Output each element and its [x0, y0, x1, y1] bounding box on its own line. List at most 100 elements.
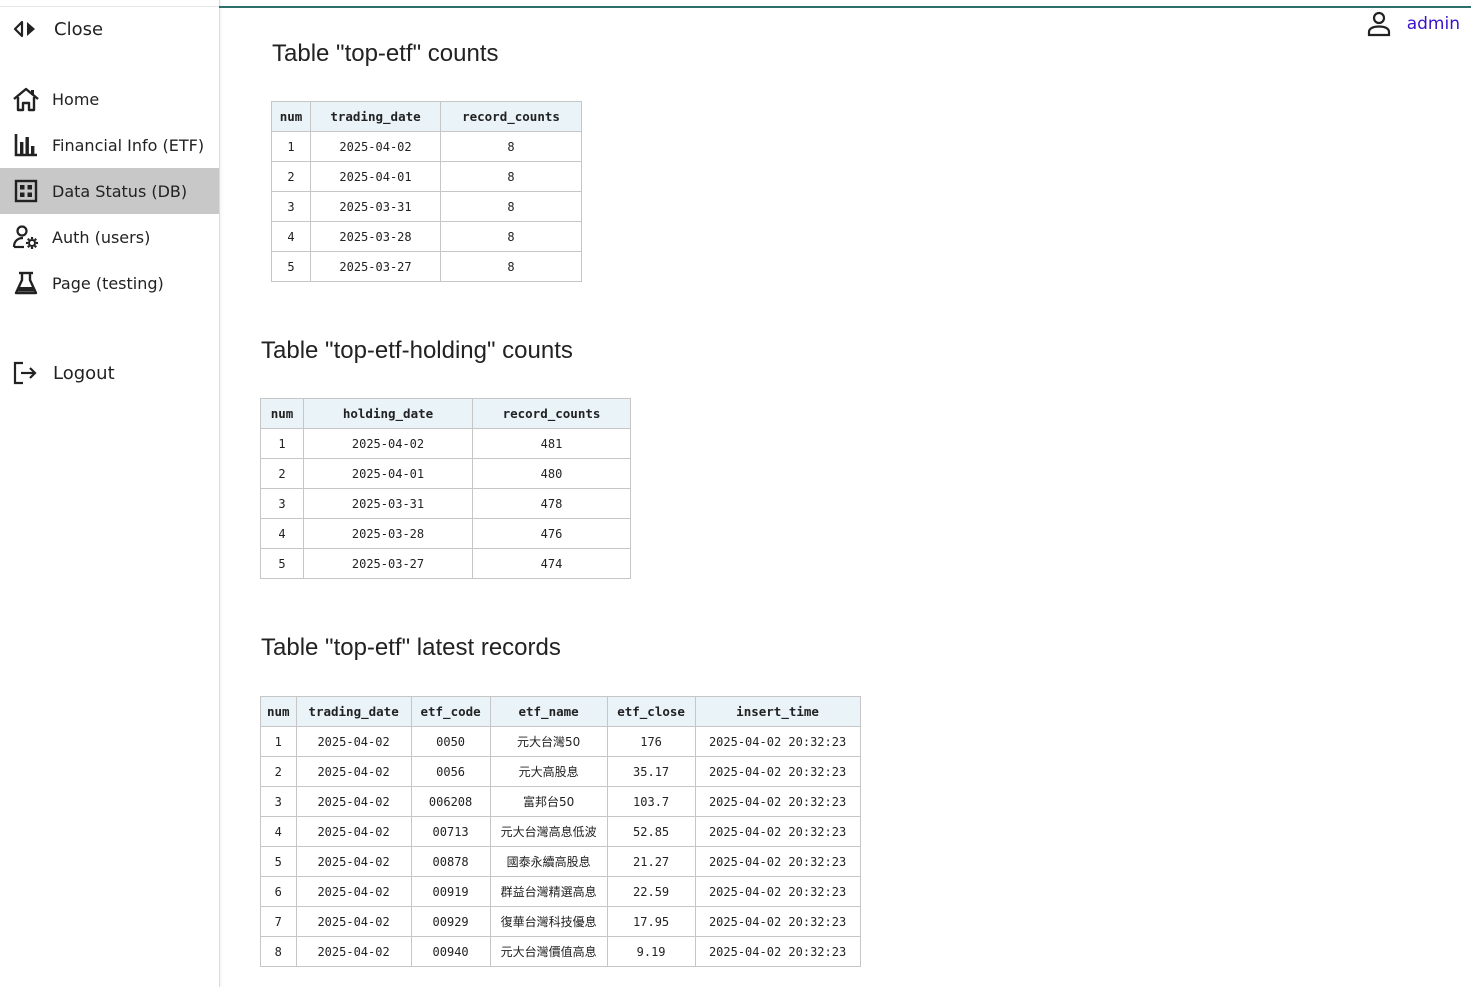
table-header-row: num trading_date etf_code etf_name etf_c…: [260, 696, 861, 727]
table-cell-trading-date: 2025-04-02: [295, 726, 412, 757]
user-name-link[interactable]: admin: [1407, 14, 1460, 34]
table-cell-insert-time: 2025-04-02 20:32:23: [694, 726, 861, 757]
logout-button[interactable]: Logout: [12, 359, 115, 387]
sidebar-item-label: Home: [52, 89, 100, 109]
section-title-top-etf-counts: Table "top-etf" counts: [272, 40, 499, 67]
table-cell-num: 1: [260, 428, 304, 459]
table-cell-trading-date: 2025-04-01: [310, 161, 441, 192]
collapse-arrows-icon: [12, 16, 40, 42]
table-cell-trading-date: 2025-03-28: [310, 221, 441, 252]
table-row: 7 2025-04-02 00929 復華台灣科技優息 17.95 2025-04-02 …: [260, 906, 861, 937]
table-cell-etf-name: 富邦台50: [489, 786, 608, 817]
table-cell-num: 4: [271, 221, 311, 252]
table-cell-etf-name: 元大台灣價值高息: [489, 936, 608, 967]
table-cell-record-counts: 8: [440, 131, 582, 162]
table-cell-insert-time: 2025-04-02 20:32:23: [694, 786, 861, 817]
table-header-row: num trading_date record_counts: [271, 101, 582, 132]
table-cell-record-counts: 8: [440, 191, 582, 222]
sidebar-item-label: Auth (users): [52, 227, 151, 247]
table-cell-etf-name: 元大台灣50: [489, 726, 608, 757]
table-top-etf-counts: num trading_date record_counts 1 2025-04-…: [271, 101, 582, 282]
sidebar-item-auth[interactable]: Auth (users): [0, 214, 219, 260]
table-cell-num: 5: [260, 846, 297, 877]
table-cell-etf-close: 176: [606, 726, 696, 757]
user-menu[interactable]: admin: [1367, 10, 1460, 38]
sidebar-item-page-testing[interactable]: Page (testing): [0, 260, 219, 306]
column-header: holding_date: [303, 398, 473, 429]
table-cell-holding-date: 2025-03-27: [303, 548, 473, 579]
column-header: record_counts: [472, 398, 631, 429]
table-cell-insert-time: 2025-04-02 20:32:23: [694, 876, 861, 907]
table-cell-num: 3: [271, 191, 311, 222]
table-cell-num: 7: [260, 906, 297, 937]
table-row: 2 2025-04-01 8: [271, 161, 582, 192]
table-cell-record-counts: 8: [440, 221, 582, 252]
table-row: 5 2025-03-27 8: [271, 251, 582, 282]
table-top-etf-latest: num trading_date etf_code etf_name etf_c…: [260, 696, 861, 967]
table-cell-etf-close: 52.85: [606, 816, 696, 847]
table-row: 4 2025-03-28 8: [271, 221, 582, 252]
sidebar-item-home[interactable]: Home: [0, 76, 219, 122]
table-cell-record-counts: 481: [472, 428, 631, 459]
table-row: 4 2025-03-28 476: [260, 518, 631, 549]
table-cell-etf-close: 9.19: [606, 936, 696, 967]
table-row: 1 2025-04-02 8: [271, 131, 582, 162]
table-cell-etf-close: 17.95: [606, 906, 696, 937]
table-cell-etf-close: 21.27: [606, 846, 696, 877]
sidebar-item-data-status[interactable]: Data Status (DB): [0, 168, 219, 214]
table-cell-insert-time: 2025-04-02 20:32:23: [694, 756, 861, 787]
sidebar-item-label: Financial Info (ETF): [52, 135, 205, 155]
sidebar-item-label: Data Status (DB): [52, 181, 188, 201]
table-cell-trading-date: 2025-04-02: [295, 906, 412, 937]
table-cell-num: 3: [260, 786, 297, 817]
table-cell-etf-name: 復華台灣科技優息: [489, 906, 608, 937]
column-header: etf_code: [410, 696, 491, 727]
table-cell-num: 5: [271, 251, 311, 282]
table-cell-etf-code: 0050: [410, 726, 491, 757]
user-gear-icon: [12, 223, 40, 251]
table-cell-trading-date: 2025-04-02: [295, 876, 412, 907]
sidebar-item-financial-info[interactable]: Financial Info (ETF): [0, 122, 219, 168]
table-cell-num: 3: [260, 488, 304, 519]
table-cell-trading-date: 2025-04-02: [295, 756, 412, 787]
table-cell-num: 5: [260, 548, 304, 579]
header-accent-line: [219, 6, 1471, 8]
sidebar-close-label: Close: [54, 18, 104, 40]
table-cell-insert-time: 2025-04-02 20:32:23: [694, 936, 861, 967]
table-cell-num: 8: [260, 936, 297, 967]
sidebar: Close Home Financial Info (ETF) Data Sta…: [0, 0, 220, 987]
table-row: 2 2025-04-01 480: [260, 458, 631, 489]
column-header: num: [260, 398, 304, 429]
table-row: 3 2025-04-02 006208 富邦台50 103.7 2025-04-02 20…: [260, 786, 861, 817]
table-cell-trading-date: 2025-04-02: [295, 816, 412, 847]
table-row: 8 2025-04-02 00940 元大台灣價值高息 9.19 2025-04-02 2…: [260, 936, 861, 967]
table-cell-insert-time: 2025-04-02 20:32:23: [694, 816, 861, 847]
table-cell-etf-code: 0056: [410, 756, 491, 787]
table-top-etf-holding-counts: num holding_date record_counts 1 2025-04-…: [260, 398, 631, 579]
table-cell-record-counts: 480: [472, 458, 631, 489]
table-cell-trading-date: 2025-04-02: [295, 786, 412, 817]
table-cell-num: 6: [260, 876, 297, 907]
table-cell-num: 4: [260, 518, 304, 549]
table-row: 2 2025-04-02 0056 元大高股息 35.17 2025-04-02 20:3…: [260, 756, 861, 787]
sidebar-nav: Home Financial Info (ETF) Data Status (D…: [0, 76, 219, 306]
table-cell-num: 2: [271, 161, 311, 192]
home-icon: [12, 85, 40, 113]
column-header: etf_close: [606, 696, 696, 727]
flask-icon: [12, 269, 40, 297]
sidebar-top-divider: [0, 6, 219, 7]
sidebar-close-button[interactable]: Close: [12, 16, 103, 42]
column-header: record_counts: [440, 101, 582, 132]
user-icon: [1367, 10, 1393, 38]
table-cell-trading-date: 2025-04-02: [295, 846, 412, 877]
table-cell-trading-date: 2025-04-02: [295, 936, 412, 967]
column-header: trading_date: [295, 696, 412, 727]
table-cell-trading-date: 2025-03-31: [310, 191, 441, 222]
table-cell-holding-date: 2025-03-31: [303, 488, 473, 519]
table-cell-etf-code: 00940: [410, 936, 491, 967]
table-cell-record-counts: 478: [472, 488, 631, 519]
grid-icon: [12, 177, 40, 205]
column-header: num: [260, 696, 297, 727]
table-row: 6 2025-04-02 00919 群益台灣精選高息 22.59 2025-04-02 …: [260, 876, 861, 907]
table-cell-etf-close: 35.17: [606, 756, 696, 787]
